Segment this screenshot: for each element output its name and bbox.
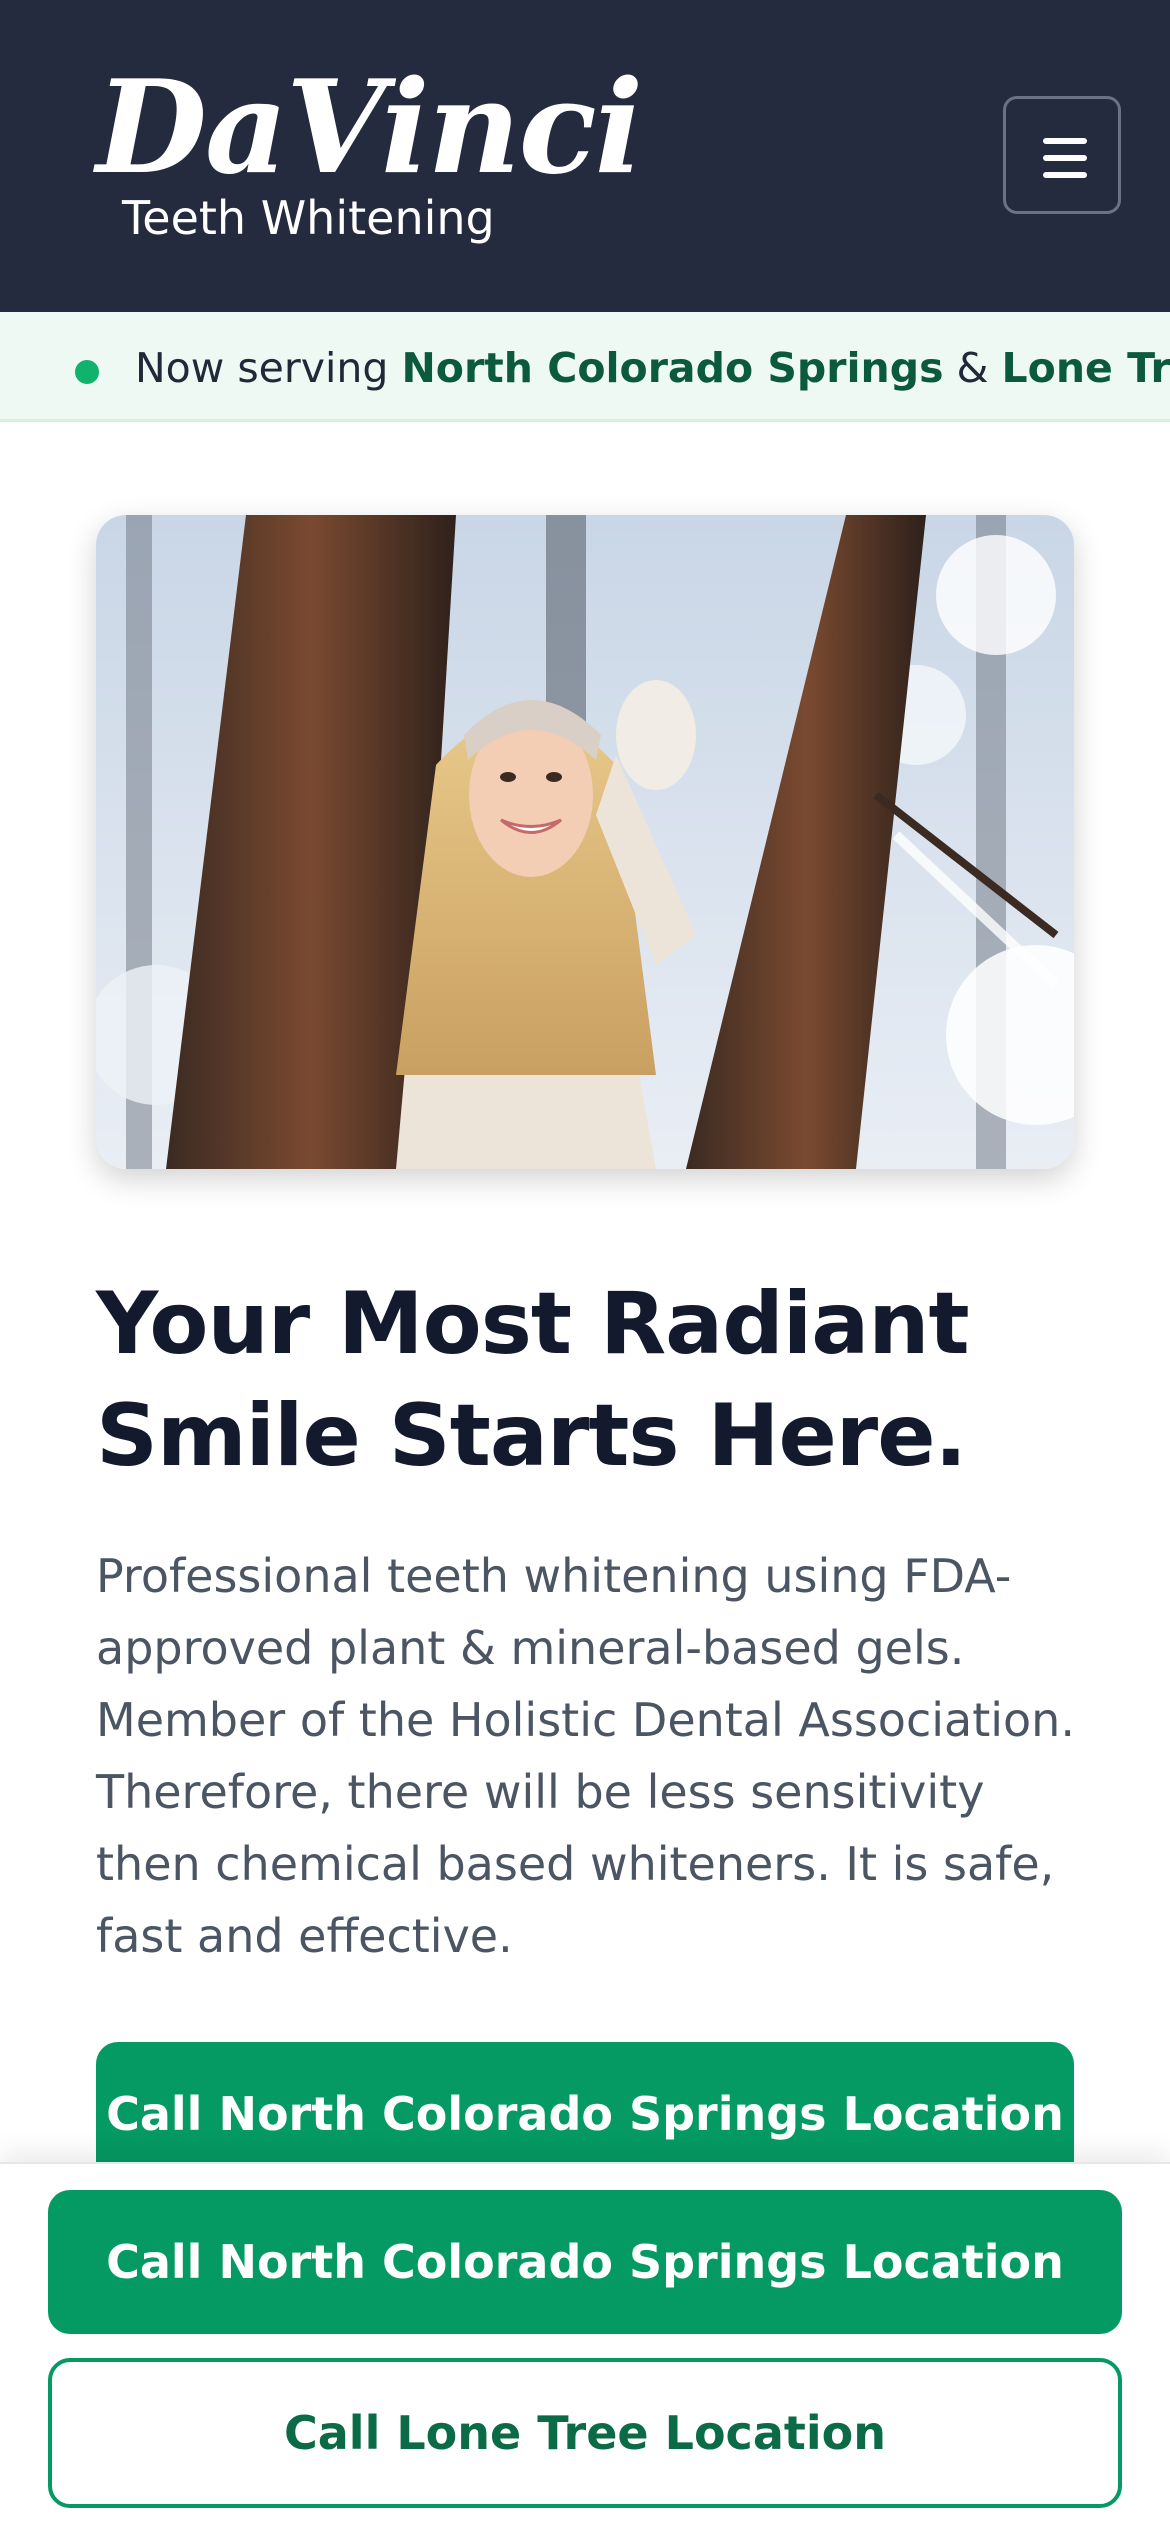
hero-photo-illustration (96, 515, 1074, 1169)
logo-subtitle: Teeth Whitening (122, 191, 495, 245)
page-headline: Your Most Radiant Smile Starts Here. (96, 1274, 970, 1486)
davinci-logo[interactable]: DaVinci Teeth Whitening (96, 58, 643, 258)
serving-prefix: Now serving (135, 344, 402, 392)
menu-button[interactable] (1003, 96, 1121, 214)
sticky-call-lone-tree-button[interactable]: Call Lone Tree Location (48, 2358, 1122, 2508)
serving-banner: Now serving North Colorado Springs & Lon… (0, 312, 1170, 422)
sticky-call-bar: Call North Colorado Springs Location Cal… (0, 2162, 1170, 2532)
status-dot-icon (75, 360, 99, 384)
sticky-call-north-colorado-springs-button[interactable]: Call North Colorado Springs Location (48, 2190, 1122, 2334)
serving-location-north: North Colorado Springs (401, 344, 944, 392)
site-header: DaVinci Teeth Whitening (0, 0, 1170, 312)
logo-script-text: DaVinci (96, 53, 643, 203)
hero-description: Professional teeth whitening using FDA-a… (96, 1549, 1075, 1963)
serving-location-lone-tree: Lone Tree (1001, 344, 1170, 392)
serving-joiner: & (943, 344, 1002, 392)
hero-image (96, 515, 1074, 1169)
serving-text: Now serving North Colorado Springs & Lon… (135, 340, 1170, 396)
